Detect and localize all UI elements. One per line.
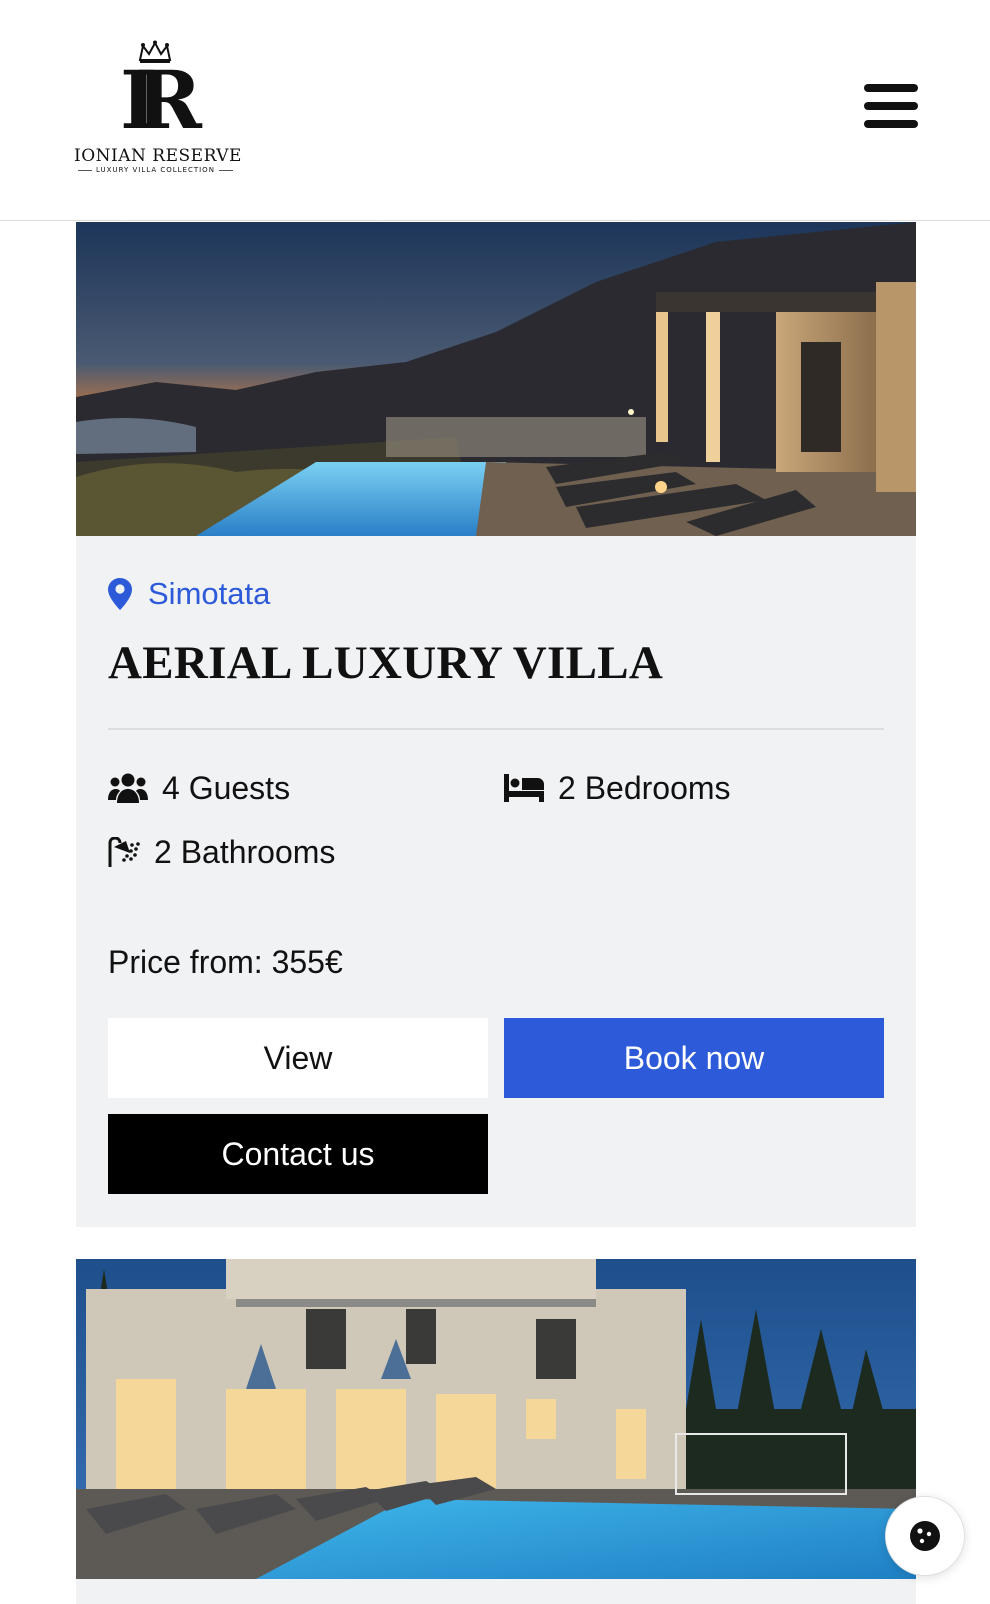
hamburger-menu-icon[interactable] [864,84,918,132]
guests-label: 4 Guests [162,769,291,806]
map-pin-icon [108,578,132,610]
bathrooms-label: 2 Bathrooms [154,833,336,870]
menu-bar [864,120,918,128]
villa-title[interactable]: AERIAL LUXURY VILLA [108,636,663,690]
bed-icon [504,774,544,802]
villa-card [76,1259,916,1604]
shower-icon [108,837,140,867]
cookie-settings-button[interactable] [885,1496,965,1576]
feature-bedrooms: 2 Bedrooms [504,768,731,808]
menu-bar [864,102,918,110]
site-logo[interactable]: IR IONIAN RESERVE LUXURY VILLA COLLECTIO… [74,40,242,180]
logo-name: IONIAN RESERVE [74,146,242,166]
feature-guests: 4 Guests [108,768,290,808]
logo-monogram: IR [120,53,202,147]
villa-card-body: Simotata AERIAL LUXURY VILLA 4 Guests 2 … [76,536,916,1227]
divider [108,728,884,730]
villa-photo[interactable] [76,222,916,536]
cookie-icon [910,1521,940,1551]
villa-night-pool-photo [76,222,916,536]
view-button[interactable]: View [108,1018,488,1098]
users-icon [108,773,148,803]
site-header: IR IONIAN RESERVE LUXURY VILLA COLLECTIO… [0,0,990,221]
villa-card: Simotata AERIAL LUXURY VILLA 4 Guests 2 … [76,222,916,1227]
villa-location[interactable]: Simotata [108,576,270,612]
bedrooms-label: 2 Bedrooms [558,769,731,806]
book-now-button[interactable]: Book now [504,1018,884,1098]
logo-tagline: LUXURY VILLA COLLECTION [74,166,236,174]
stone-villa-night-pool-photo [76,1259,916,1579]
price-label: Price from: 355€ [108,944,343,980]
location-label: Simotata [148,576,271,611]
feature-bathrooms: 2 Bathrooms [108,832,335,872]
villa-photo[interactable] [76,1259,916,1579]
contact-us-button[interactable]: Contact us [108,1114,488,1194]
menu-bar [864,84,918,92]
